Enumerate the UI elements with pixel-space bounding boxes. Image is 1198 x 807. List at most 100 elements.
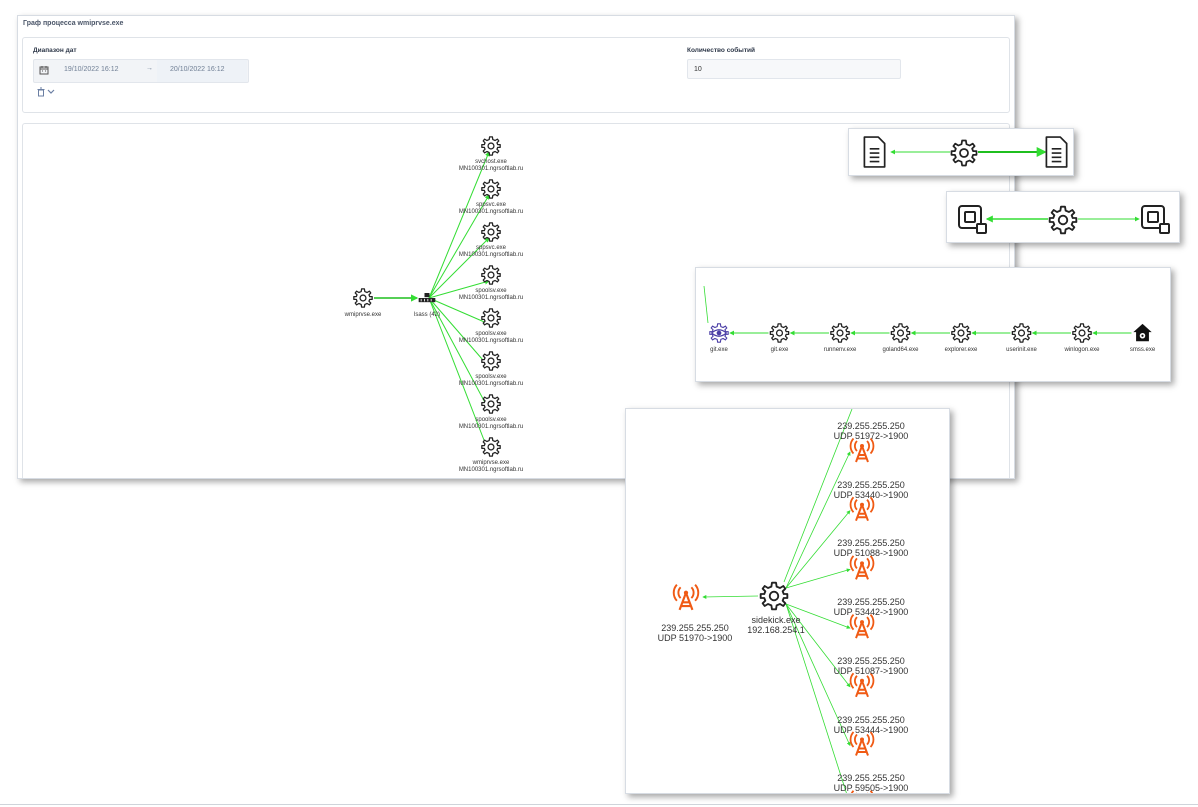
antenna-label: 239.255.255.250 UDP 51970->1900 xyxy=(658,623,733,643)
antenna-icon[interactable] xyxy=(849,437,875,464)
label-line: spoolsv.exe xyxy=(475,288,507,294)
label-line: svchost.exe xyxy=(475,159,507,165)
label-line: 239.255.255.250 xyxy=(837,421,905,431)
label-line: sppsvc.exe xyxy=(475,202,506,208)
trash-icon xyxy=(37,87,45,97)
antenna-label: 239.255.255.250 UDP 53442->1900 xyxy=(834,597,909,617)
label-line: 239.255.255.250 xyxy=(837,479,905,490)
label-line: MN100301.ngrsoftlab.ru xyxy=(458,424,524,430)
gear-icon[interactable] xyxy=(950,139,978,167)
label-line: spoolsv.exe xyxy=(475,331,507,337)
chain-node-label: explorer.exe xyxy=(944,347,978,353)
root-node-label: wmiprvse.exe xyxy=(344,312,382,318)
node-label: spoolsv.exe MN100301.ngrsoftlab.ru xyxy=(459,417,523,431)
chevron-down-icon xyxy=(47,89,55,94)
registry-icon[interactable] xyxy=(958,205,987,234)
date-range-picker[interactable]: 19/10/2022 16:12 → 20/10/2022 16:12 xyxy=(33,59,249,83)
antenna-icon[interactable] xyxy=(849,613,875,640)
gear-icon[interactable] xyxy=(481,394,501,414)
registry-graph-svg xyxy=(958,205,1170,235)
gear-icon[interactable] xyxy=(481,222,501,242)
eye-icon[interactable] xyxy=(709,323,729,343)
label-line: 239.255.255.250 xyxy=(837,538,905,549)
label-line: UDP 53440->1900 xyxy=(833,489,909,500)
antenna-icon[interactable] xyxy=(849,554,875,581)
antenna-icon[interactable] xyxy=(849,730,875,757)
file-icon[interactable] xyxy=(1045,136,1068,168)
label-line: UDP 51970->1900 xyxy=(657,633,733,643)
gear-icon[interactable] xyxy=(1011,323,1032,343)
house-gear-icon[interactable] xyxy=(1133,323,1152,342)
gear-icon[interactable] xyxy=(951,323,971,343)
edge xyxy=(428,151,490,299)
label-line: MN100301.ngrsoftlab.ru xyxy=(458,467,524,473)
chain-node-label: git.exe xyxy=(770,347,789,353)
node-label: wmiprvse.exe MN100301.ngrsoftlab.ru xyxy=(459,460,523,474)
start-date-input[interactable]: 19/10/2022 16:12 xyxy=(64,66,119,73)
gear-icon[interactable] xyxy=(481,136,501,156)
gear-icon[interactable] xyxy=(769,323,790,343)
label-line: 239.255.255.250 xyxy=(837,714,905,725)
process-node-label: sidekick.exe 192.168.254.1 xyxy=(747,615,805,635)
chain-node-label: userinit.exe xyxy=(1006,347,1037,353)
label-line: sppsvc.exe xyxy=(475,245,506,251)
date-range-label: Диапазон дат xyxy=(33,47,77,54)
end-date-input[interactable]: 20/10/2022 16:12 xyxy=(170,66,225,73)
node-label: spoolsv.exe MN100301.ngrsoftlab.ru xyxy=(459,374,523,388)
node-label: spoolsv.exe MN100301.ngrsoftlab.ru xyxy=(459,288,523,302)
gear-icon[interactable] xyxy=(481,437,501,457)
filter-card: Диапазон дат 19/10/2022 16:12 → 20/10/20… xyxy=(22,37,1010,113)
label-line: UDP 53442->1900 xyxy=(833,607,909,618)
chain-node-label: winlogon.exe xyxy=(1064,347,1100,353)
edge xyxy=(785,451,851,589)
chain-node-label: git.exe xyxy=(710,347,728,353)
gear-icon[interactable] xyxy=(353,288,373,308)
label-line: UDP 59505->1900 xyxy=(833,783,909,794)
gear-icon[interactable] xyxy=(1072,323,1092,343)
label-line: 239.255.255.250 xyxy=(661,623,729,633)
bottom-divider xyxy=(0,804,1198,805)
antenna-label: 239.255.255.250 UDP 51087->1900 xyxy=(834,656,909,676)
hub-node-label: lsass (42) xyxy=(413,312,441,318)
gear-icon[interactable] xyxy=(1048,205,1078,235)
event-count-label: Количество событий xyxy=(687,47,756,54)
gear-icon[interactable] xyxy=(890,323,911,343)
chain-node-label: goland64.exe xyxy=(882,347,919,353)
event-count-input[interactable]: 10 xyxy=(687,59,901,79)
filter-toggle[interactable] xyxy=(37,87,57,97)
registry-icon[interactable] xyxy=(1141,205,1170,234)
antenna-label: 239.255.255.250 UDP 53440->1900 xyxy=(834,480,909,500)
label-line: MN100301.ngrsoftlab.ru xyxy=(458,209,524,215)
file-graph-panel xyxy=(848,128,1074,176)
antenna-label: 239.255.255.250 UDP 51972->1900 xyxy=(834,421,909,441)
node-label: sppsvc.exe MN100301.ngrsoftlab.ru xyxy=(459,245,523,259)
antenna-icon[interactable] xyxy=(672,583,700,612)
label-line: UDP 53444->1900 xyxy=(833,724,909,735)
process-chain-svg xyxy=(703,285,1152,343)
gear-icon[interactable] xyxy=(759,581,789,611)
node-label: svchost.exe MN100301.ngrsoftlab.ru xyxy=(459,159,523,173)
antenna-icon[interactable] xyxy=(849,672,875,698)
gear-icon[interactable] xyxy=(481,265,501,285)
window-title: Граф процесса wmiprvse.exe xyxy=(23,20,124,27)
gear-icon[interactable] xyxy=(481,308,501,328)
label-line: sidekick.exe xyxy=(751,615,801,625)
label-line: UDP 51088->1900 xyxy=(833,548,909,559)
antenna-icon[interactable] xyxy=(849,496,875,522)
antenna-label: 239.255.255.250 UDP 59505->1900 xyxy=(834,773,909,793)
node-label: sppsvc.exe MN100301.ngrsoftlab.ru xyxy=(459,202,523,216)
label-line: MN100301.ngrsoftlab.ru xyxy=(458,295,524,301)
label-line: 239.255.255.250 xyxy=(837,597,905,608)
chain-node-label: runnenv.exe xyxy=(823,347,857,353)
label-line: spoolsv.exe xyxy=(475,417,507,423)
file-icon[interactable] xyxy=(863,136,886,168)
label-line: 192.168.254.1 xyxy=(747,625,805,635)
label-line: MN100301.ngrsoftlab.ru xyxy=(458,381,524,387)
gear-icon[interactable] xyxy=(481,351,501,371)
gear-icon[interactable] xyxy=(481,179,501,199)
gear-icon[interactable] xyxy=(830,323,850,343)
chain-node-label: smss.exe xyxy=(1129,347,1156,353)
edge xyxy=(785,568,851,589)
edge xyxy=(703,285,709,324)
label-line: 239.255.255.250 xyxy=(837,773,905,784)
